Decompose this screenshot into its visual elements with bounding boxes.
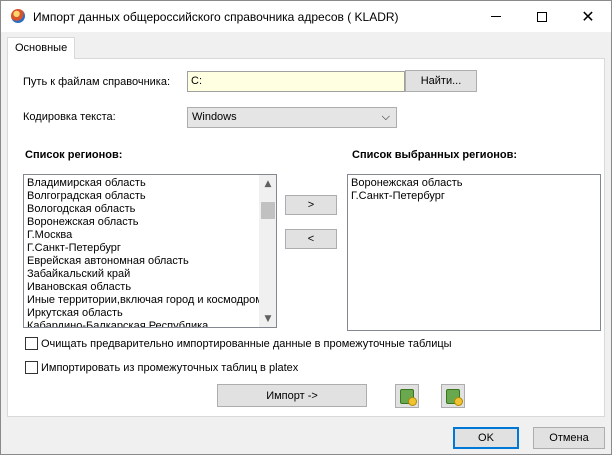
list-item[interactable]: Забайкальский край: [27, 268, 259, 281]
list-item[interactable]: Кабардино-Балкарская Республика: [27, 320, 259, 327]
list-item[interactable]: Г.Санкт-Петербург: [351, 190, 597, 203]
list-item[interactable]: Иркутская область: [27, 307, 259, 320]
available-regions-scrollbar[interactable]: ▲ ▼: [259, 175, 276, 327]
list-item[interactable]: Вологодская область: [27, 203, 259, 216]
list-item[interactable]: Еврейская автономная область: [27, 255, 259, 268]
maximize-icon: [537, 11, 547, 22]
title-bar[interactable]: Импорт данных общероссийского справочник…: [1, 1, 611, 32]
encoding-select[interactable]: Windows ⌵: [187, 107, 397, 128]
database-settings-button[interactable]: [441, 384, 465, 408]
clear-checkbox-label: Очищать предварительно импортированные д…: [41, 337, 452, 350]
encoding-label: Кодировка текста:: [23, 111, 116, 123]
clear-checkbox[interactable]: [25, 337, 38, 350]
database-export-icon: [400, 388, 417, 406]
selected-regions-items: Воронежская область Г.Санкт-Петербург: [351, 177, 597, 203]
scroll-down-icon[interactable]: ▼: [260, 310, 276, 327]
database-settings-icon: [446, 388, 463, 406]
import-from-checkbox-label: Импортировать из промежуточных таблиц в …: [41, 361, 299, 374]
list-item[interactable]: Волгоградская область: [27, 190, 259, 203]
scroll-thumb[interactable]: [261, 202, 275, 219]
window-title: Импорт данных общероссийского справочник…: [33, 10, 399, 24]
encoding-selected-value: Windows: [192, 111, 237, 123]
list-item[interactable]: Воронежская область: [351, 177, 597, 190]
chevron-down-icon: ⌵: [381, 110, 390, 123]
import-from-option-row[interactable]: Импортировать из промежуточных таблиц в …: [25, 361, 298, 374]
find-button[interactable]: Найти...: [405, 70, 477, 92]
list-item[interactable]: Владимирская область: [27, 177, 259, 190]
close-button[interactable]: ✕: [565, 1, 611, 32]
import-from-checkbox[interactable]: [25, 361, 38, 374]
minimize-icon: [491, 16, 501, 17]
list-item[interactable]: Г.Санкт-Петербург: [27, 242, 259, 255]
ok-button[interactable]: OK: [453, 427, 519, 449]
close-icon: ✕: [581, 6, 595, 26]
maximize-button[interactable]: [519, 1, 565, 32]
scroll-up-icon[interactable]: ▲: [260, 175, 276, 192]
database-export-button[interactable]: [395, 384, 419, 408]
available-regions-label: Список регионов:: [25, 149, 123, 161]
path-label: Путь к файлам справочника:: [23, 76, 171, 88]
list-item[interactable]: Ивановская область: [27, 281, 259, 294]
list-item[interactable]: Воронежская область: [27, 216, 259, 229]
add-region-button[interactable]: >: [285, 195, 337, 215]
clear-option-row[interactable]: Очищать предварительно импортированные д…: [25, 337, 452, 350]
available-regions-items: Владимирская область Волгоградская област…: [27, 177, 259, 327]
app-icon: [11, 9, 25, 23]
list-item[interactable]: Г.Москва: [27, 229, 259, 242]
available-regions-list[interactable]: Владимирская область Волгоградская област…: [23, 174, 277, 328]
selected-regions-list[interactable]: Воронежская область Г.Санкт-Петербург: [347, 174, 601, 331]
path-input[interactable]: C:: [187, 71, 405, 92]
cancel-button[interactable]: Отмена: [533, 427, 605, 449]
tab-main[interactable]: Основные: [7, 37, 75, 59]
remove-region-button[interactable]: <: [285, 229, 337, 249]
selected-regions-label: Список выбранных регионов:: [352, 149, 518, 161]
minimize-button[interactable]: [473, 1, 519, 32]
list-item[interactable]: Иные территории,включая город и космодро…: [27, 294, 259, 307]
import-button[interactable]: Импорт ->: [217, 384, 367, 407]
import-kladr-dialog: Импорт данных общероссийского справочник…: [0, 0, 612, 455]
